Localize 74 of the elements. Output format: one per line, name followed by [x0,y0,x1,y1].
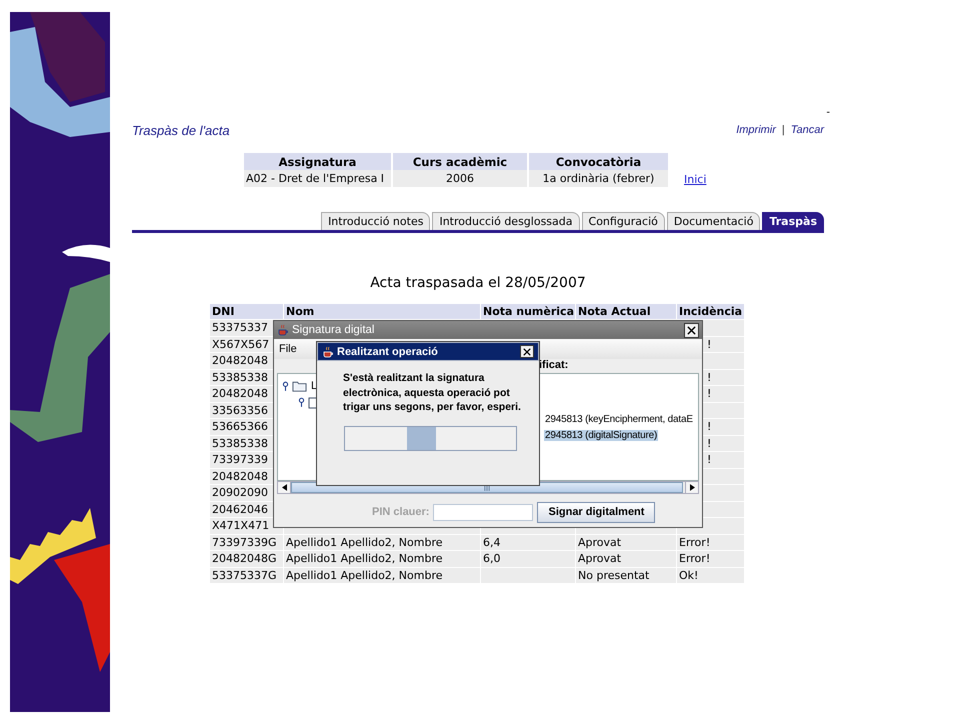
progress-message: S'està realitzant la signatura electrònica, aquesta operació pot trigar uns segons, per favor, esperi. [343,371,522,415]
column-header: Nota Actual [576,304,676,319]
table-cell: X567X567 [212,338,270,351]
table-cell: 6,0 [483,552,500,566]
dialog-title: Realitzant operació [337,346,439,358]
table-cell: 53375337G [212,568,277,582]
folder-icon [292,380,307,392]
key-icon [282,380,289,392]
column-header: Nota numèrica [481,304,575,319]
table-cell: ! [707,370,712,384]
table-cell: ! [707,338,712,351]
table-cell: Error! [679,552,710,566]
tree-item[interactable]: L [310,380,318,392]
column-header: Nom [284,304,480,319]
table-cell: Aprovat [578,536,622,549]
table-cell: 53385338 [212,436,268,450]
table-cell: 73397339G [212,536,277,549]
tab[interactable]: Configuració [582,212,665,230]
table-cell: Aprovat [578,552,622,566]
table-cell: Apellido1 Apellido2, Nombre [286,536,443,549]
table-cell: 53385338 [212,370,268,384]
tab[interactable]: Introducció desglossada [432,212,580,230]
close-button[interactable] [684,322,699,338]
sign-button[interactable]: Signar digitalment [537,502,656,522]
table-cell: 20902090 [212,486,268,500]
table-cell: ! [707,387,712,400]
summary-header: Curs acadèmic [393,153,527,170]
tab[interactable]: Introducció notes [321,212,430,230]
cup-icon [322,346,334,358]
inici-link[interactable]: Inici [684,173,706,186]
table-cell: 20482048 [212,470,268,483]
summary-cell: 2006 [393,170,527,187]
table-cell: ! [707,453,712,466]
menu-item[interactable]: File [279,343,297,355]
table-cell: X471X471 [212,519,270,532]
table-cell: 53665366 [212,420,268,434]
table-cell: ! [707,420,712,434]
table-cell: 20482048 [212,387,268,400]
summary-cell: A02 - Dret de l'Empresa I [244,170,391,187]
tree-item[interactable]: 2945813 (digitalSignature) [544,430,658,442]
corner-mark: - [826,108,830,120]
summary-cell: 1a ordinària (febrer) [529,170,668,187]
table-cell: Error! [679,536,710,549]
table-cell: No presentat [578,568,650,582]
table-cell: 20482048G [212,552,277,566]
header-link[interactable]: Tancar [790,124,824,136]
table-cell: Ok! [679,568,698,582]
table-cell: Apellido1 Apellido2, Nombre [286,568,443,582]
link-separator: | [782,124,785,136]
column-header: Incidència [677,304,744,319]
table-cell: 20482048 [212,354,268,368]
right-arrow-icon[interactable] [690,484,694,491]
table-cell: 33563356 [212,404,268,417]
header-link[interactable]: Imprimir [736,124,776,136]
tab[interactable]: Traspàs [762,212,824,230]
heading: Acta traspasada el 28/05/2007 [369,275,587,291]
table-cell: 73397339 [212,453,268,466]
table-cell: 6,4 [483,536,500,549]
column-header: DNI [210,304,283,319]
page-title: Traspàs de l'acta [132,122,230,138]
summary-header: Assignatura [244,153,391,170]
table-cell: ! [707,436,712,450]
tree-item[interactable]: 2945813 (keyEncipherment, dataE [544,414,694,425]
summary-header: Convocatòria [529,153,668,170]
cup-icon [277,324,289,336]
pane-label: ificat: [539,359,568,371]
left-arrow-icon[interactable] [282,484,286,491]
pin-label: PIN clauer: [372,506,430,518]
window-title: Signatura digital [292,324,376,336]
table-cell: 20462046 [212,502,268,516]
table-cell: Apellido1 Apellido2, Nombre [286,552,443,566]
tab[interactable]: Documentació [666,212,760,230]
close-button[interactable] [520,345,534,358]
table-cell: 53375337 [212,321,268,334]
